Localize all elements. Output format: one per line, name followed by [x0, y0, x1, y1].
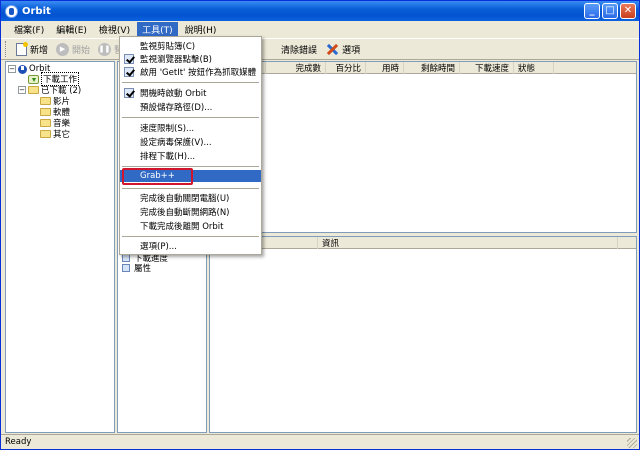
clear-errors-button[interactable]: 清除錯誤: [277, 40, 321, 58]
menu-option-label: 監視瀏覽器點擊(B): [140, 55, 212, 65]
menu-option-label: 啟用 'GetIt' 按鈕作為抓取媒體: [140, 68, 257, 78]
menu-option-shutdown-when-done[interactable]: 完成後自動關閉電腦(U): [120, 192, 261, 204]
properties-icon: [122, 264, 130, 272]
menu-option-label: 速度限制(S)...: [140, 124, 195, 134]
orbit-icon: [18, 64, 27, 74]
options-button-label: 選項: [342, 45, 361, 56]
new-button-label: 新增: [30, 45, 49, 56]
tools-icon: [325, 42, 339, 56]
menu-separator: [122, 188, 259, 189]
tree-item-other[interactable]: 其它: [40, 129, 71, 140]
resize-grip[interactable]: [627, 438, 637, 448]
column-header[interactable]: 完成數: [266, 62, 326, 74]
toolbar: 新增 ▶ 開始 ❚❚ 暫 清除錯誤 選項: [1, 38, 639, 60]
app-window: Orbit _ □ ✕ 檔案(F) 編輯(E) 檢視(V) 工具(T) 說明(H…: [0, 0, 640, 450]
play-icon: ▶: [56, 42, 70, 56]
menu-option-label: 完成後自動關閉電腦(U): [140, 194, 230, 204]
clear-errors-label: 清除錯誤: [281, 45, 318, 56]
info-panel-header: 資訊: [210, 237, 636, 249]
menu-edit[interactable]: 編輯(E): [51, 22, 92, 37]
window-title: Orbit: [22, 5, 51, 17]
category-tree[interactable]: − Orbit 下載工作 − 已下載 (2) 影片 軟體 音樂 其它: [5, 61, 115, 433]
column-header[interactable]: 下載速度: [460, 62, 514, 74]
window-controls: _ □ ✕: [584, 3, 636, 19]
column-header[interactable]: 剩餘時間: [404, 62, 460, 74]
column-header[interactable]: 百分比: [326, 62, 366, 74]
menu-option-label: 下載完成後離開 Orbit: [140, 222, 224, 232]
menu-option-speed-limit[interactable]: 速度限制(S)...: [120, 122, 261, 134]
start-button[interactable]: ▶ 開始: [52, 40, 94, 58]
tree-item-downloading[interactable]: 下載工作: [28, 72, 80, 86]
menu-option-getit-button[interactable]: 啟用 'GetIt' 按鈕作為抓取媒體: [120, 66, 261, 78]
checkmark-icon: [124, 88, 134, 98]
start-button-label: 開始: [72, 45, 91, 56]
menu-option-label: 開機時啟動 Orbit: [140, 89, 207, 99]
menu-option-disconnect-when-done[interactable]: 完成後自動斷開網路(N): [120, 206, 261, 218]
menu-tools[interactable]: 工具(T): [137, 22, 178, 37]
title-bar[interactable]: Orbit _ □ ✕: [1, 1, 639, 21]
options-button[interactable]: 選項: [321, 40, 364, 58]
menu-option-label: 預設儲存路徑(D)...: [140, 103, 213, 113]
collapse-expander[interactable]: −: [18, 86, 26, 94]
menu-option-exit-when-done[interactable]: 下載完成後離開 Orbit: [120, 220, 261, 232]
detail-item-label: 屬性: [134, 264, 152, 274]
tree-item-music[interactable]: 音樂: [40, 118, 70, 129]
status-text: Ready: [5, 437, 32, 447]
tree-item-video[interactable]: 影片: [40, 96, 70, 107]
minimize-button[interactable]: _: [584, 3, 600, 19]
checkmark-icon: [124, 67, 134, 77]
toolbar-grip[interactable]: [5, 41, 8, 57]
orbit-app-icon: [5, 4, 18, 18]
menu-help[interactable]: 說明(H): [180, 22, 222, 37]
menu-option-virus-protection[interactable]: 設定病毒保護(V)...: [120, 136, 261, 148]
menu-option-run-on-startup[interactable]: 開機時啟動 Orbit: [120, 87, 261, 99]
menu-option-label: 排程下載(H)...: [140, 152, 196, 162]
menu-option-label: 選項(P)...: [140, 242, 177, 252]
menu-option-options[interactable]: 選項(P)...: [120, 240, 261, 252]
folder-icon: [40, 97, 51, 105]
menu-separator: [122, 166, 259, 167]
new-button[interactable]: 新增: [12, 40, 52, 58]
menu-option-label: 監視剪貼簿(C): [140, 42, 196, 52]
column-header[interactable]: 資訊: [318, 237, 618, 249]
collapse-expander[interactable]: −: [8, 65, 16, 73]
column-header[interactable]: 用時: [366, 62, 404, 74]
menu-option-label: 設定病毒保護(V)...: [140, 138, 212, 148]
tree-item-downloaded[interactable]: − 已下載 (2): [18, 85, 81, 96]
detail-item-properties[interactable]: 屬性: [122, 262, 151, 274]
menu-option-monitor-browser[interactable]: 監視瀏覽器點擊(B): [120, 53, 261, 65]
new-file-icon: [16, 41, 28, 56]
pause-icon: ❚❚: [98, 42, 112, 56]
task-list-header: h 完成數 百分比 用時 剩餘時間 下載速度 狀態: [210, 62, 636, 74]
tools-menu: 監視剪貼簿(C) 監視瀏覽器點擊(B) 啟用 'GetIt' 按鈕作為抓取媒體 …: [119, 36, 262, 255]
task-list[interactable]: h 完成數 百分比 用時 剩餘時間 下載速度 狀態: [209, 61, 637, 233]
tree-item-software[interactable]: 軟體: [40, 107, 70, 118]
checkmark-icon: [124, 54, 134, 64]
menu-option-label: 完成後自動斷開網路(N): [140, 208, 230, 218]
folder-icon: [40, 108, 51, 116]
column-header[interactable]: 狀態: [514, 62, 554, 74]
highlight-callout: [122, 168, 193, 185]
tree-item-label: 其它: [53, 130, 71, 140]
downloading-icon: [28, 74, 39, 84]
menu-view[interactable]: 檢視(V): [94, 22, 135, 37]
status-bar: Ready: [1, 434, 639, 449]
folder-icon: [40, 130, 51, 138]
progress-icon: [122, 254, 130, 262]
folder-icon: [28, 86, 39, 94]
menu-bar: 檔案(F) 編輯(E) 檢視(V) 工具(T) 說明(H): [1, 21, 639, 38]
menu-option-monitor-clipboard[interactable]: 監視剪貼簿(C): [120, 40, 261, 52]
menu-option-default-save-path[interactable]: 預設儲存路徑(D)...: [120, 101, 261, 113]
close-button[interactable]: ✕: [620, 3, 636, 19]
menu-separator: [122, 117, 259, 118]
info-panel[interactable]: 資訊: [209, 236, 637, 433]
menu-separator: [122, 82, 259, 83]
menu-separator: [122, 236, 259, 237]
menu-option-schedule-download[interactable]: 排程下載(H)...: [120, 150, 261, 162]
folder-icon: [40, 119, 51, 127]
maximize-button[interactable]: □: [602, 3, 618, 19]
menu-file[interactable]: 檔案(F): [9, 22, 49, 37]
